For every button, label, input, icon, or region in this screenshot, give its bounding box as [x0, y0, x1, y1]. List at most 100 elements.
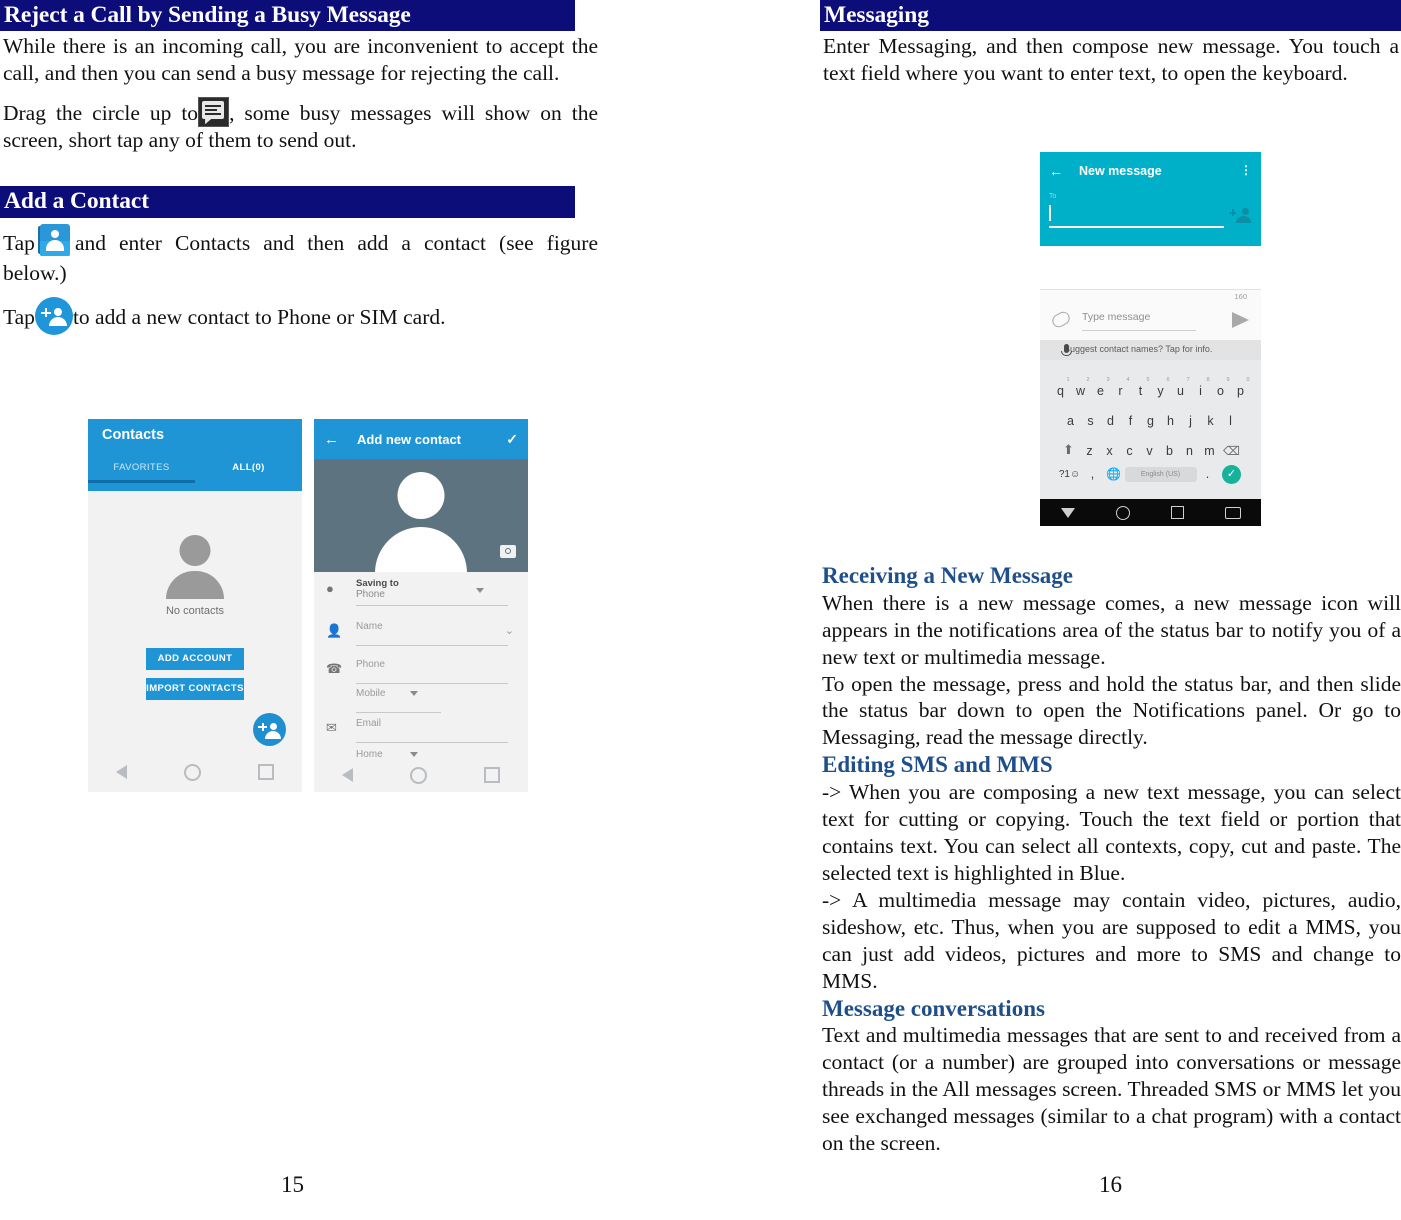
text-cursor [1049, 205, 1051, 221]
contacts-app-bar-title: Contacts [102, 427, 165, 443]
add-account-button[interactable]: ADD ACCOUNT [146, 648, 244, 670]
key-d[interactable]: d [1101, 414, 1121, 428]
key-w[interactable]: w2 [1071, 377, 1091, 398]
dropdown-caret-icon[interactable] [410, 691, 418, 696]
key-g[interactable]: g [1141, 414, 1161, 428]
field-row-mobile[interactable]: Mobile [314, 686, 528, 719]
add-contact-fab[interactable] [253, 713, 286, 746]
nav-keyboard-icon[interactable] [1224, 506, 1241, 519]
backspace-icon[interactable]: ⌫ [1220, 444, 1244, 458]
camera-icon[interactable] [500, 545, 516, 558]
section-heading-reject-call: Reject a Call by Sending a Busy Message [0, 0, 600, 32]
symbols-key[interactable]: ?1☺ [1057, 469, 1083, 480]
paragraph-editing-2: -> A multimedia message may contain vide… [822, 887, 1401, 993]
saving-to-value: Phone [356, 589, 385, 600]
key-c[interactable]: c [1120, 444, 1140, 458]
key-t[interactable]: t5 [1131, 377, 1151, 398]
comma-key[interactable]: , [1083, 467, 1103, 481]
photo-placeholder-head-icon [397, 472, 445, 519]
key-s[interactable]: s [1081, 414, 1101, 428]
nav-home-circle-icon[interactable] [1115, 505, 1130, 520]
period-key[interactable]: . [1197, 467, 1219, 481]
nav-back-triangle-icon[interactable] [116, 765, 128, 779]
add-contact-title: Add new contact [357, 431, 462, 447]
keyboard-row-2: asdfghjkl [1040, 398, 1261, 428]
key-j[interactable]: j [1181, 414, 1201, 428]
language-globe-icon[interactable]: 🌐 [1103, 467, 1125, 481]
screenshot-new-message: ← New message ⋮ To 160 Type message Sugg… [1040, 152, 1261, 526]
field-row-name[interactable]: 👤 Name ⌄ [314, 619, 528, 652]
tab-all[interactable]: ALL(0) [195, 457, 302, 483]
key-o[interactable]: o9 [1211, 377, 1231, 398]
nav-home-circle-icon[interactable] [183, 763, 201, 781]
key-i[interactable]: i8 [1191, 377, 1211, 398]
screenshot-add-new-contact: ← Add new contact ✓ ● Saving to Phone 👤 … [314, 419, 528, 792]
dropdown-caret-icon[interactable] [410, 752, 418, 757]
suggestion-bar[interactable]: Suggest contact names? Tap for info. [1040, 340, 1261, 360]
key-k[interactable]: k [1201, 414, 1221, 428]
section-heading-messaging: Messaging [820, 0, 1401, 32]
check-icon[interactable]: ✓ [506, 431, 518, 448]
nav-back-triangle-icon[interactable] [342, 768, 354, 782]
field-underline [356, 683, 508, 684]
add-person-icon[interactable] [1229, 208, 1251, 223]
empty-state-label: No contacts [165, 605, 225, 617]
key-u[interactable]: u7 [1171, 377, 1191, 398]
arrow-left-icon[interactable]: ← [1049, 163, 1063, 179]
key-l[interactable]: l [1221, 414, 1241, 428]
composer-row: Type message [1040, 304, 1261, 340]
microphone-icon[interactable] [1061, 344, 1072, 356]
key-hint-1: 1 [1066, 377, 1070, 383]
contact-photo-hero[interactable] [314, 459, 528, 572]
nav-back-triangle-icon[interactable] [1060, 507, 1075, 518]
nav-recents-square-icon[interactable] [1170, 506, 1184, 519]
import-contacts-button[interactable]: IMPORT CONTACTS [146, 678, 244, 700]
nav-home-circle-icon[interactable] [409, 766, 427, 784]
new-message-title: New message [1079, 163, 1162, 178]
keyboard-row-1: q1w2e3r4t5y6u7i8o9p0 [1040, 360, 1261, 398]
arrow-left-icon[interactable]: ← [324, 431, 339, 448]
recipient-input-underline[interactable] [1049, 226, 1224, 228]
key-a[interactable]: a [1061, 414, 1081, 428]
key-x[interactable]: x [1100, 444, 1120, 458]
heading-text-reject-call: Reject a Call by Sending a Busy Message [0, 0, 575, 32]
more-vert-icon[interactable]: ⋮ [1240, 165, 1252, 176]
key-f[interactable]: f [1121, 414, 1141, 428]
tap-text-before: Tap [3, 230, 35, 255]
paragraph-receiving-2: To open the message, press and hold the … [822, 671, 1401, 750]
phone-icon: ☎ [326, 661, 343, 676]
key-e[interactable]: e3 [1091, 377, 1111, 398]
key-r[interactable]: r4 [1111, 377, 1131, 398]
field-row-email[interactable]: ✉ Email [314, 716, 528, 749]
add-contact-system-navbar [314, 758, 528, 792]
photo-placeholder-body-icon [375, 527, 467, 572]
field-underline [356, 712, 441, 713]
field-row-saving-to[interactable]: ● Saving to Phone [314, 577, 528, 610]
key-m[interactable]: m [1200, 444, 1220, 458]
send-icon[interactable] [1232, 312, 1249, 328]
key-y[interactable]: y6 [1151, 377, 1171, 398]
check-circle-icon[interactable]: ✓ [1219, 464, 1245, 484]
key-q[interactable]: q1 [1051, 377, 1071, 398]
divider [1040, 289, 1261, 290]
key-p[interactable]: p0 [1231, 377, 1251, 398]
compose-placeholder[interactable]: Type message [1082, 311, 1150, 323]
paperclip-icon[interactable] [1049, 309, 1073, 330]
key-v[interactable]: v [1140, 444, 1160, 458]
space-key[interactable]: English (US) [1124, 466, 1197, 482]
nav-recents-square-icon[interactable] [257, 764, 274, 780]
mobile-label: Mobile [356, 688, 386, 699]
tap-fab-text-before: Tap [3, 304, 35, 329]
chevron-down-icon[interactable]: ⌄ [505, 624, 514, 637]
dropdown-caret-icon[interactable] [476, 588, 484, 593]
char-counter: 160 [1234, 292, 1247, 301]
key-h[interactable]: h [1161, 414, 1181, 428]
key-b[interactable]: b [1160, 444, 1180, 458]
keyboard-row-4: ?1☺ , 🌐 English (US) . ✓ [1040, 458, 1261, 490]
key-n[interactable]: n [1180, 444, 1200, 458]
recipient-header: To [1040, 189, 1261, 246]
shift-icon[interactable]: ⬆ [1058, 442, 1080, 458]
manual-page-spread: Reject a Call by Sending a Busy Message … [0, 0, 1401, 1220]
nav-recents-square-icon[interactable] [483, 767, 500, 783]
key-z[interactable]: z [1080, 444, 1100, 458]
